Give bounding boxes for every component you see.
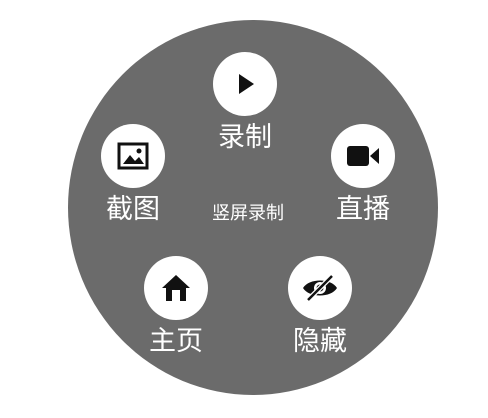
live-label: 直播	[336, 194, 390, 225]
mode-title: 竖屏录制	[212, 203, 284, 224]
screenshot-label: 截图	[106, 194, 160, 225]
home-icon[interactable]	[144, 256, 208, 320]
home-label: 主页	[149, 326, 203, 357]
floating-menu-stage: 竖屏录制 录制 截图 直播 主页 隐藏	[0, 0, 488, 418]
hide-label: 隐藏	[293, 326, 347, 357]
video-camera-icon[interactable]	[331, 124, 395, 188]
record-button[interactable]: 录制	[213, 52, 277, 154]
live-button[interactable]: 直播	[331, 124, 395, 226]
image-icon[interactable]	[101, 124, 165, 188]
screenshot-button[interactable]: 截图	[101, 124, 165, 226]
record-label: 录制	[218, 122, 272, 153]
eye-off-icon[interactable]	[288, 256, 352, 320]
home-button[interactable]: 主页	[144, 256, 208, 358]
hide-button[interactable]: 隐藏	[288, 256, 352, 358]
play-icon[interactable]	[213, 52, 277, 116]
